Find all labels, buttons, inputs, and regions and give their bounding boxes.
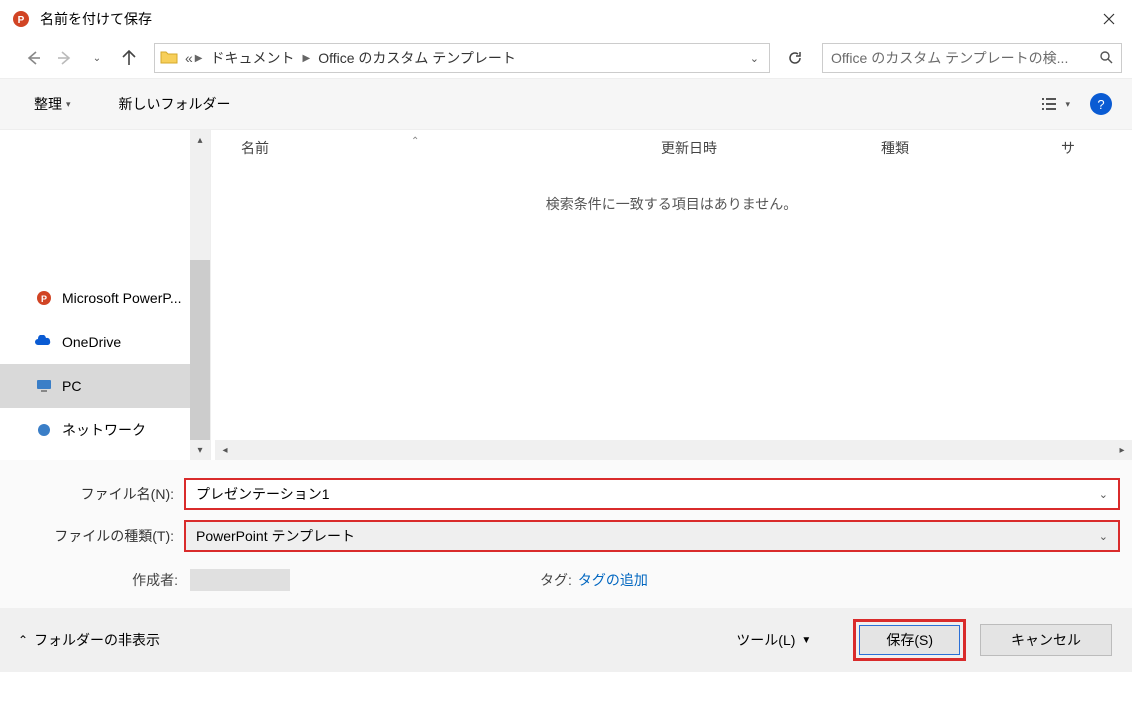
powerpoint-icon: P	[34, 288, 54, 308]
chevron-down-icon[interactable]: ⌄	[1099, 530, 1108, 543]
sidebar-item-network[interactable]: ネットワーク	[0, 408, 190, 452]
column-header-name[interactable]: 名前 ⌃	[241, 138, 661, 158]
tag-label: タグ:	[540, 570, 572, 590]
column-header-type[interactable]: 種類	[881, 138, 1061, 158]
chevron-down-icon: ▾	[66, 99, 71, 110]
file-listing: 名前 ⌃ 更新日時 種類 サ 検索条件に一致する項目はありません。 ◂ ▸	[210, 130, 1132, 460]
cancel-label: キャンセル	[1011, 630, 1081, 650]
arrow-left-icon	[24, 49, 42, 67]
column-headers: 名前 ⌃ 更新日時 種類 サ	[211, 130, 1132, 166]
author-field[interactable]	[190, 569, 290, 591]
scroll-right-icon[interactable]: ▸	[1112, 445, 1132, 456]
column-header-size[interactable]: サ	[1061, 138, 1101, 158]
filename-value: プレゼンテーション1	[196, 484, 330, 504]
tools-label: ツール(L)	[736, 630, 795, 650]
filetype-select[interactable]: PowerPoint テンプレート ⌄	[184, 520, 1120, 552]
network-icon	[34, 420, 54, 440]
sidebar-item-label: OneDrive	[62, 334, 121, 350]
save-button[interactable]: 保存(S)	[859, 625, 960, 655]
new-folder-button[interactable]: 新しいフォルダー	[113, 90, 237, 118]
sidebar-item-powerpoint[interactable]: P Microsoft PowerP...	[0, 276, 190, 320]
sidebar-item-label: PC	[62, 378, 81, 394]
path-overflow: «	[185, 50, 193, 66]
path-segment-templates[interactable]: Office のカスタム テンプレート	[312, 48, 522, 68]
onedrive-icon	[34, 332, 54, 352]
scroll-left-icon[interactable]: ◂	[215, 445, 235, 456]
empty-message: 検索条件に一致する項目はありません。	[211, 194, 1132, 214]
filetype-value: PowerPoint テンプレート	[196, 526, 355, 546]
svg-text:P: P	[41, 294, 47, 304]
sidebar-item-pc[interactable]: PC	[0, 364, 190, 408]
sidebar-item-label: ネットワーク	[62, 420, 146, 440]
filename-input[interactable]: プレゼンテーション1 ⌄	[184, 478, 1120, 510]
save-form: ファイル名(N): プレゼンテーション1 ⌄ ファイルの種類(T): Power…	[0, 460, 1132, 608]
chevron-right-icon: ▶	[193, 53, 205, 64]
main-area: P Microsoft PowerP... OneDrive PC ネットワーク…	[0, 130, 1132, 460]
filetype-label: ファイルの種類(T):	[12, 526, 184, 546]
window-title: 名前を付けて保存	[40, 9, 152, 29]
nav-row: ⌄ « ▶ ドキュメント ▶ Office のカスタム テンプレート ⌄ Off…	[0, 38, 1132, 78]
sidebar-item-onedrive[interactable]: OneDrive	[0, 320, 190, 364]
help-button[interactable]: ?	[1090, 93, 1112, 115]
chevron-up-icon: ⌃	[18, 633, 28, 647]
path-segment-documents[interactable]: ドキュメント	[205, 48, 301, 68]
hide-folders-label: フォルダーの非表示	[34, 630, 160, 650]
tools-menu[interactable]: ツール(L) ▼	[728, 626, 819, 654]
chevron-down-icon[interactable]: ⌄	[1099, 488, 1108, 501]
toolbar: 整理 ▾ 新しいフォルダー ▾ ?	[0, 78, 1132, 130]
scroll-up-icon[interactable]: ▴	[190, 130, 210, 150]
chevron-down-icon: ▼	[801, 635, 811, 646]
listing-hscrollbar[interactable]: ◂ ▸	[215, 440, 1132, 460]
help-icon: ?	[1097, 97, 1104, 112]
footer: ⌃ フォルダーの非表示 ツール(L) ▼ 保存(S) キャンセル	[0, 608, 1132, 672]
view-list-icon	[1041, 96, 1059, 112]
organize-menu[interactable]: 整理 ▾	[28, 90, 77, 118]
sidebar-scrollbar[interactable]: ▴ ▾	[190, 130, 210, 460]
up-button[interactable]	[116, 45, 142, 71]
organize-label: 整理	[34, 94, 62, 114]
column-header-date[interactable]: 更新日時	[661, 138, 881, 158]
close-button[interactable]	[1086, 0, 1132, 38]
scroll-down-icon[interactable]: ▾	[190, 440, 210, 460]
arrow-up-icon	[120, 49, 138, 67]
titlebar: P 名前を付けて保存	[0, 0, 1132, 38]
pc-icon	[34, 376, 54, 396]
forward-button[interactable]	[52, 45, 78, 71]
sort-indicator-icon: ⌃	[411, 136, 419, 147]
save-label: 保存(S)	[886, 630, 933, 650]
author-label: 作成者:	[12, 570, 184, 590]
hide-folders-toggle[interactable]: ⌃ フォルダーの非表示	[18, 630, 160, 650]
path-breadcrumb[interactable]: « ▶ ドキュメント ▶ Office のカスタム テンプレート ⌄	[154, 43, 770, 73]
search-placeholder: Office のカスタム テンプレートの検...	[831, 48, 1068, 68]
chevron-down-icon: ▾	[1065, 99, 1070, 110]
folder-icon	[159, 47, 181, 69]
tag-add-link[interactable]: タグの追加	[578, 570, 648, 590]
folder-tree: P Microsoft PowerP... OneDrive PC ネットワーク	[0, 130, 190, 460]
arrow-right-icon	[56, 49, 74, 67]
svg-text:P: P	[18, 15, 25, 26]
sidebar-item-label: Microsoft PowerP...	[62, 290, 182, 306]
filename-label: ファイル名(N):	[12, 484, 184, 504]
search-icon	[1099, 50, 1113, 67]
cancel-button[interactable]: キャンセル	[980, 624, 1112, 656]
view-options-button[interactable]: ▾	[1035, 92, 1076, 116]
close-icon	[1103, 13, 1115, 25]
chevron-down-icon[interactable]: ⌄	[744, 52, 765, 65]
chevron-right-icon: ▶	[301, 53, 313, 64]
sidebar: P Microsoft PowerP... OneDrive PC ネットワーク…	[0, 130, 210, 460]
search-input[interactable]: Office のカスタム テンプレートの検...	[822, 43, 1122, 73]
refresh-button[interactable]	[780, 43, 810, 73]
powerpoint-app-icon: P	[12, 10, 30, 28]
recent-dropdown[interactable]: ⌄	[84, 45, 110, 71]
new-folder-label: 新しいフォルダー	[119, 94, 231, 114]
back-button[interactable]	[20, 45, 46, 71]
refresh-icon	[787, 50, 803, 66]
save-button-highlight: 保存(S)	[853, 619, 966, 661]
scroll-thumb[interactable]	[190, 260, 210, 440]
